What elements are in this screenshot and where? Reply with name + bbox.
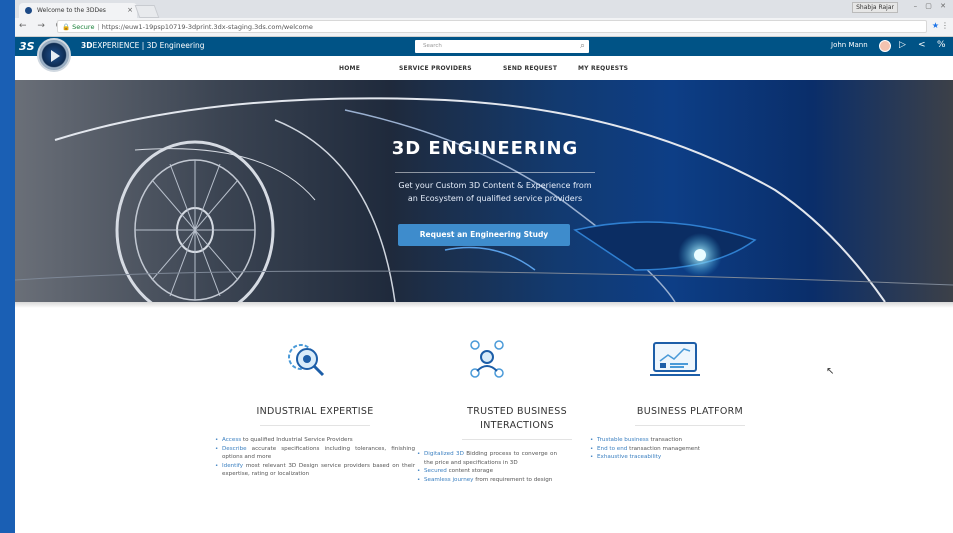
feature-title-line2: INTERACTIONS xyxy=(480,420,554,431)
compass-tools-icon[interactable]: % xyxy=(937,40,946,50)
url-field[interactable]: 🔒 Secure | https://euw1-19psp10719-3dprint… xyxy=(57,20,927,33)
address-bar: ← → C 🔒 Secure | https://euw1-19psp10719-3… xyxy=(15,18,953,37)
hero-subtitle-line2: an Ecosystem of qualified service provid… xyxy=(407,194,583,203)
list-item-highlight: End to end xyxy=(597,445,628,452)
url-text: https://euw1-19psp10719-3dprint.3dx-stag… xyxy=(101,23,313,31)
browser-tab[interactable]: Welcome to the 3DDes × xyxy=(19,3,137,18)
window-user-badge[interactable]: Shabja Rajar xyxy=(852,2,898,13)
list-item: Describe accurate specifications includi… xyxy=(215,445,415,462)
list-item-text: from requirement to design xyxy=(473,476,553,483)
list-item: Digitalized 3D Bidding process to conver… xyxy=(417,450,557,467)
window-controls[interactable]: – ▢ ✕ xyxy=(914,2,949,10)
hero-title: 3D ENGINEERING xyxy=(391,138,579,159)
list-item: Seamless journey from requirement to des… xyxy=(417,476,557,485)
list-item-highlight: Exhaustive traceability xyxy=(597,454,662,460)
brand-bold: 3D xyxy=(81,41,93,50)
bookmark-star-icon[interactable]: ★ xyxy=(932,21,939,30)
feature-title: BUSINESS PLATFORM xyxy=(590,405,790,419)
secure-label: Secure xyxy=(72,23,95,31)
dashboard-chart-icon xyxy=(590,335,790,385)
main-nav: HOME SERVICE PROVIDERS SEND REQUEST MY R… xyxy=(15,56,953,81)
new-tab-button[interactable] xyxy=(134,5,160,18)
list-item: End to end transaction management xyxy=(590,445,790,454)
hero-subtitle: Get your Custom 3D Content & Experience … xyxy=(365,179,625,205)
browser-tab-bar: Welcome to the 3DDes × Shabja Rajar – ▢ … xyxy=(15,0,953,18)
feature-list: Trustable business transaction End to en… xyxy=(590,436,790,462)
lock-icon: 🔒 xyxy=(62,23,71,31)
feature-business-platform: BUSINESS PLATFORM Trustable business tra… xyxy=(590,335,790,462)
list-item: Trustable business transaction xyxy=(590,436,790,445)
browser-menu-icon[interactable]: ⋮ xyxy=(941,21,949,30)
tab-close-icon[interactable]: × xyxy=(127,3,133,18)
list-item-highlight: Describe xyxy=(222,445,247,452)
list-item-highlight: Seamless journey xyxy=(424,476,474,483)
share-icon[interactable]: < xyxy=(918,40,926,50)
list-item-text: accurate specifications including tolera… xyxy=(222,445,415,461)
play-icon xyxy=(51,50,60,62)
feature-divider xyxy=(260,425,370,426)
feature-trusted-business-interactions: TRUSTED BUSINESS INTERACTIONS Digitalize… xyxy=(417,335,617,484)
list-item-text: transaction management xyxy=(627,445,700,452)
feature-divider xyxy=(635,425,745,426)
feature-divider xyxy=(462,439,572,440)
request-engineering-study-button[interactable]: Request an Engineering Study xyxy=(398,224,570,246)
list-item-highlight: Trustable business xyxy=(597,437,649,443)
list-item: Identify most relevant 3D Design service… xyxy=(215,462,415,479)
list-item-highlight: Secured xyxy=(424,468,447,474)
search-icon[interactable]: ⌕ xyxy=(580,40,585,53)
list-item-text: transaction xyxy=(648,437,683,443)
brand-rest: EXPERIENCE | 3D Engineering xyxy=(92,41,205,50)
feature-title: TRUSTED BUSINESS INTERACTIONS xyxy=(417,405,617,433)
feature-list: Access to qualified Industrial Service P… xyxy=(215,436,415,479)
nav-send-request[interactable]: SEND REQUEST xyxy=(503,65,557,72)
hero-shadow xyxy=(15,302,953,308)
feature-title: INDUSTRIAL EXPERTISE xyxy=(215,405,415,419)
app-brand: 3DEXPERIENCE | 3D Engineering xyxy=(81,41,205,50)
feature-title-line1: TRUSTED BUSINESS xyxy=(467,406,567,417)
search-placeholder: Search xyxy=(423,43,442,49)
nav-my-requests[interactable]: MY REQUESTS xyxy=(578,65,628,72)
user-name[interactable]: John Mann xyxy=(831,41,868,49)
hero-divider xyxy=(395,172,595,173)
app-header: 3S 3DEXPERIENCE | 3D Engineering Search … xyxy=(15,37,953,56)
list-item-highlight: Access xyxy=(222,437,242,443)
list-item-text: most relevant 3D Design service provider… xyxy=(222,462,415,478)
list-item-text: to qualified Industrial Service Provider… xyxy=(241,437,353,443)
feature-list: Digitalized 3D Bidding process to conver… xyxy=(417,450,557,484)
list-item-highlight: Identify xyxy=(222,462,244,469)
mouse-cursor-icon: ↖ xyxy=(826,366,835,377)
3ds-logo-icon[interactable]: 3S xyxy=(19,40,35,53)
search-input[interactable]: Search ⌕ xyxy=(415,40,589,53)
compass-icon[interactable] xyxy=(37,38,71,72)
avatar[interactable] xyxy=(879,40,891,52)
tag-icon[interactable]: ▷ xyxy=(899,40,906,50)
feature-title-line1: BUSINESS PLATFORM xyxy=(636,406,744,417)
list-item: Exhaustive traceability xyxy=(590,453,790,462)
list-item-highlight: Digitalized 3D xyxy=(424,451,464,457)
nav-service-providers[interactable]: SERVICE PROVIDERS xyxy=(399,65,472,72)
hero-subtitle-line1: Get your Custom 3D Content & Experience … xyxy=(398,181,592,190)
people-network-icon xyxy=(417,335,617,385)
gear-magnifier-icon xyxy=(215,335,415,385)
tab-title: Welcome to the 3DDes xyxy=(37,7,106,14)
browser-window: Welcome to the 3DDes × Shabja Rajar – ▢ … xyxy=(15,0,953,533)
3ds-favicon-icon xyxy=(25,7,32,14)
list-item: Secured content storage xyxy=(417,467,557,476)
hero-banner: 3D ENGINEERING Get your Custom 3D Conten… xyxy=(15,80,953,302)
nav-home[interactable]: HOME xyxy=(339,65,360,72)
feature-industrial-expertise: INDUSTRIAL EXPERTISE Access to qualified… xyxy=(215,335,415,479)
list-item: Access to qualified Industrial Service P… xyxy=(215,436,415,445)
feature-title-line1: INDUSTRIAL EXPERTISE xyxy=(256,406,374,417)
list-item-text: content storage xyxy=(446,468,494,474)
